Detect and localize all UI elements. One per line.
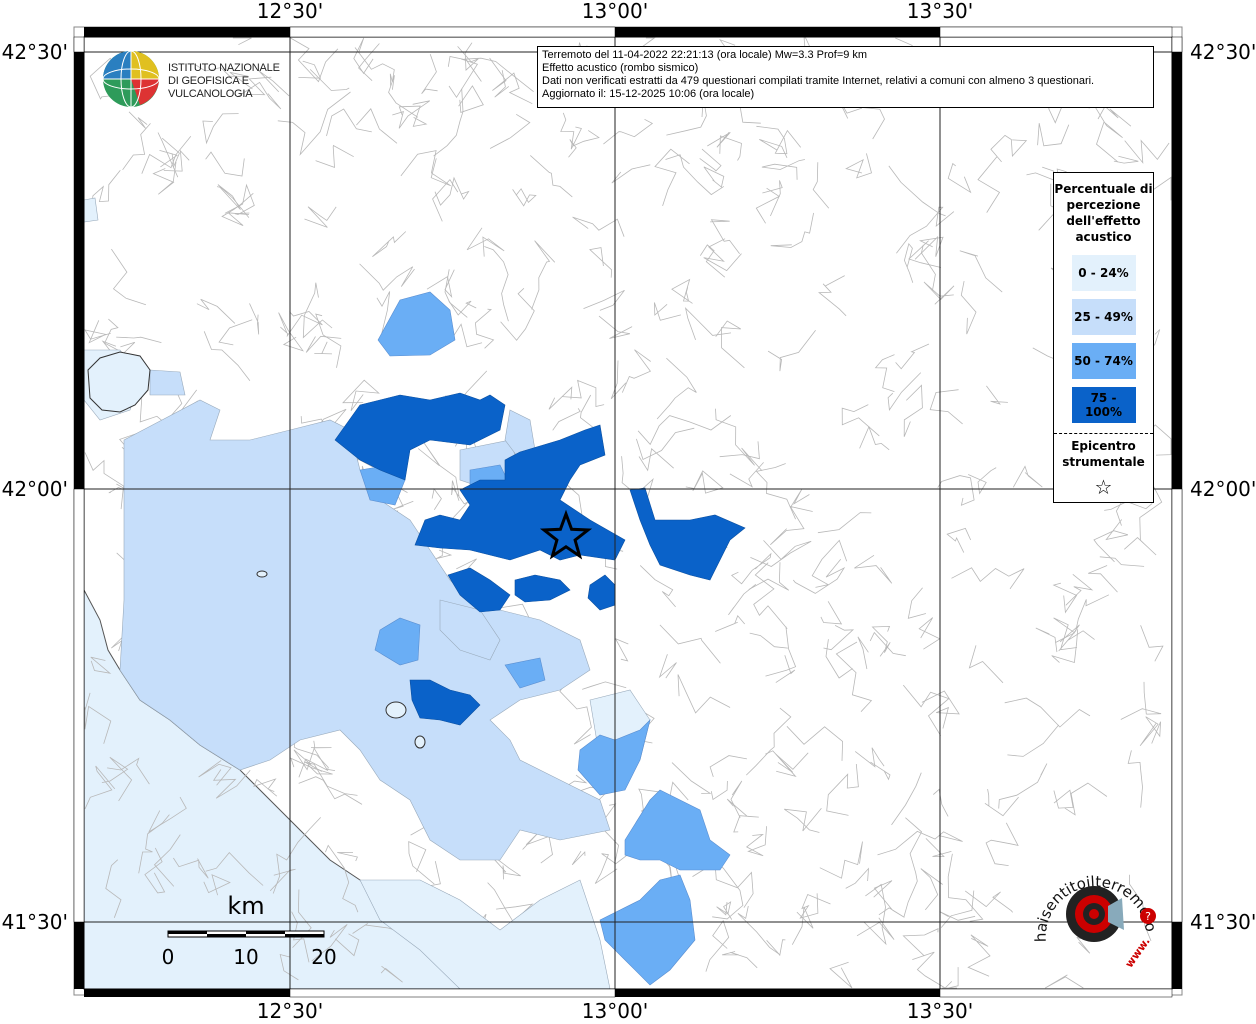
bottom-tick-1: 12°30' [257, 999, 323, 1023]
top-tick-2: 13°00' [582, 0, 648, 23]
right-tick-3: 41°30' [1190, 910, 1256, 934]
legend-title: Percentuale di percezione dell'effetto a… [1054, 182, 1153, 244]
legend: Percentuale di percezione dell'effetto a… [1053, 172, 1154, 503]
left-tick-3: 41°30' [2, 910, 68, 934]
legend-class-1: 25 - 49% [1071, 299, 1136, 335]
right-tick-2: 42°00' [1190, 477, 1256, 501]
event-line: Terremoto del 11-04-2022 22:21:13 (ora l… [542, 49, 868, 61]
legend-class-0: 0 - 24% [1071, 255, 1136, 291]
svg-text:?: ? [1145, 910, 1151, 923]
logo-line-1: ISTITUTO NAZIONALE [168, 62, 280, 74]
updated-line: Aggiornato il: 15-12-2025 10:06 (ora loc… [542, 88, 755, 100]
scale-label-10: 10 [233, 945, 258, 969]
logo-line-2: DI GEOFISICA E VULCANOLOGIA [168, 75, 253, 100]
legend-class-2: 50 - 74% [1071, 343, 1136, 379]
legend-divider [1054, 433, 1153, 434]
haisentito-logo: haisentitoilterremoto.it ? www. [1031, 848, 1166, 972]
bottom-tick-3: 13°30' [907, 999, 973, 1023]
legend-class-3: 75 - 100% [1071, 387, 1136, 423]
left-tick-2: 42°00' [2, 477, 68, 501]
top-tick-1: 12°30' [257, 0, 323, 23]
right-tick-1: 42°30' [1190, 40, 1256, 64]
legend-star-icon: ☆ [1094, 475, 1113, 499]
scale-unit: km [227, 892, 264, 920]
event-info-box: Terremoto del 11-04-2022 22:21:13 (ora l… [537, 46, 1154, 108]
top-tick-3: 13°30' [907, 0, 973, 23]
ingv-logo: ISTITUTO NAZIONALE DI GEOFISICA E VULCAN… [100, 48, 320, 108]
left-tick-1: 42°30' [2, 40, 68, 64]
scale-label-0: 0 [162, 945, 175, 969]
scale-label-20: 20 [311, 945, 336, 969]
watermark-url: www. [1123, 935, 1153, 970]
data-source-line: Dati non verificati estratti da 479 ques… [542, 75, 1095, 87]
ingv-globe-icon [102, 50, 160, 108]
bottom-tick-2: 13°00' [582, 999, 648, 1023]
legend-epicenter-label: Epicentro strumentale [1062, 439, 1145, 469]
effect-line: Effetto acustico (rombo sismico) [542, 62, 699, 74]
legend-classes: 0 - 24% 25 - 49% 50 - 74% 75 - 100% [1054, 255, 1153, 423]
